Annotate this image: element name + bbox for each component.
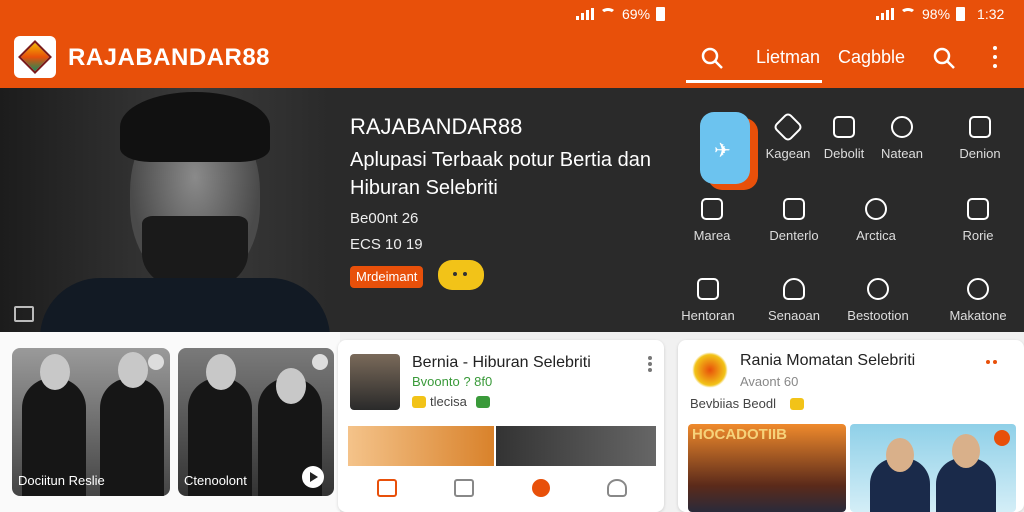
more-options-icon[interactable]	[648, 356, 652, 372]
news-image[interactable]	[496, 426, 656, 466]
grid-item-denion[interactable]: Denion	[940, 116, 1020, 161]
gift-icon	[783, 198, 805, 220]
featured-app-icon[interactable]: ✈	[700, 112, 750, 184]
grid-item-denterlo[interactable]: Denterlo	[754, 198, 834, 243]
image-icon	[14, 306, 34, 322]
grid-item-label: Debolit	[823, 146, 865, 161]
badge-icon	[312, 354, 328, 370]
news-icon[interactable]	[454, 479, 475, 497]
grid-item-label: Senaoan	[767, 308, 821, 323]
tag-icon	[476, 396, 490, 408]
box-icon	[969, 116, 991, 138]
grid-item-bestootion[interactable]: Bestootion	[838, 278, 918, 323]
emoji-icon	[790, 398, 804, 410]
hero-meta: ECS 10 19	[350, 236, 423, 253]
grid-item-hentoran[interactable]: Hentoran	[668, 278, 748, 323]
user-icon[interactable]	[607, 479, 628, 497]
logo-diamond-icon	[18, 40, 52, 74]
dollar-icon	[867, 278, 889, 300]
hero-banner[interactable]: RAJABANDAR88 Aplupasi Terbaak potur Bert…	[0, 88, 1024, 332]
heart-icon	[865, 198, 887, 220]
clock-time: 1:32	[977, 6, 1005, 22]
grid-item-label: Marea	[693, 228, 731, 243]
more-menu-icon[interactable]	[990, 46, 1000, 68]
battery-icon	[956, 7, 966, 21]
poster-title: HOCADOTIIB	[692, 426, 787, 443]
record-icon[interactable]	[531, 479, 550, 497]
video-thumbnail[interactable]: Dociitun Reslie	[12, 348, 170, 496]
battery-percent: 98%	[922, 6, 951, 22]
search-icon[interactable]	[932, 46, 956, 70]
news-tag: tlecisa	[430, 394, 467, 409]
grid-item-senaoan[interactable]: Senaoan	[754, 278, 834, 323]
thumbnail-caption: Dociitun Reslie	[18, 473, 105, 488]
grid-item-label: Denterlo	[769, 228, 819, 243]
app-logo[interactable]	[14, 36, 56, 78]
chat-icon	[833, 116, 855, 138]
news-meta: Bvoonto ? 8f0	[412, 374, 493, 389]
home-icon[interactable]	[376, 479, 397, 497]
news-card[interactable]: Rania Momatan Selebriti Avaont 60 Bevbii…	[678, 340, 1024, 512]
hero-photo	[0, 88, 330, 332]
battery-icon	[656, 7, 666, 21]
avatar	[692, 352, 728, 388]
news-image[interactable]	[348, 426, 494, 466]
bottom-navigation	[348, 468, 656, 508]
news-image[interactable]	[850, 424, 1016, 512]
status-bar-right: 98% 1:32	[876, 6, 1004, 22]
app-header: 69% 98% 1:32 RAJABANDAR88 Lietman Cagbbl…	[0, 0, 1024, 88]
grid-item-natean[interactable]: Natean	[862, 116, 942, 161]
grid-item-makatone[interactable]: Makatone	[938, 278, 1018, 323]
person-icon	[783, 278, 805, 300]
star-icon	[412, 396, 426, 408]
grid-item-label: Makatone	[949, 308, 1007, 323]
hero-title: RAJABANDAR88	[350, 114, 523, 139]
hero-badge[interactable]: Mrdeimant	[350, 266, 424, 288]
book-icon	[701, 198, 723, 220]
active-tab-indicator	[686, 80, 822, 83]
grid-item-label: Rorie	[962, 228, 994, 243]
camera-icon	[697, 278, 719, 300]
grid-item-label: Bestootion	[847, 308, 909, 323]
grid-item-label: Natean	[881, 146, 923, 161]
tab-lietman[interactable]: Lietman	[756, 47, 820, 68]
grid-item-marea[interactable]: Marea	[672, 198, 752, 243]
signal-icon	[876, 8, 894, 20]
tablet-icon	[967, 198, 989, 220]
wifi-icon	[900, 8, 916, 20]
hero-meta: Be00nt 26	[350, 210, 419, 227]
news-card[interactable]: Bernia - Hiburan Selebriti Bvoonto ? 8f0…	[338, 340, 664, 512]
search-icon[interactable]	[700, 46, 724, 70]
wifi-icon	[600, 8, 616, 20]
badge-icon	[148, 354, 164, 370]
signal-icon	[576, 8, 594, 20]
grid-item-arctica[interactable]: Arctica	[836, 198, 916, 243]
brand-name: RAJABANDAR88	[68, 44, 271, 71]
news-tag: Bevbiias Beodl	[690, 396, 776, 411]
news-title: Rania Momatan Selebriti	[740, 352, 916, 369]
tab-cagbble[interactable]: Cagbble	[838, 47, 905, 68]
diamond-icon	[772, 111, 804, 143]
news-image[interactable]: HOCADOTIIB	[688, 424, 846, 512]
avatar	[350, 354, 400, 410]
sparkle-icon	[891, 116, 913, 138]
video-thumbnails-section: Dociitun Reslie Ctenoolont	[0, 332, 340, 512]
grid-item-rorie[interactable]: Rorie	[938, 198, 1018, 243]
badge-icon	[994, 430, 1010, 446]
hero-subtitle: Aplupasi Terbaak potur Bertia dan Hibura…	[350, 149, 651, 199]
more-options-icon[interactable]	[986, 360, 997, 364]
emoji-chip-icon[interactable]	[438, 260, 484, 290]
grid-item-label: Hentoran	[681, 308, 735, 323]
status-bar-left: 69%	[576, 6, 666, 22]
grid-item-label: Denion	[959, 146, 1001, 161]
play-icon[interactable]	[302, 466, 324, 488]
clock-icon	[967, 278, 989, 300]
news-title: Bernia - Hiburan Selebriti	[412, 354, 591, 371]
news-meta: Avaont 60	[740, 374, 799, 389]
battery-percent: 69%	[622, 6, 651, 22]
thumbnail-caption: Ctenoolont	[184, 473, 247, 488]
grid-item-label: Arctica	[856, 228, 896, 243]
video-thumbnail[interactable]: Ctenoolont	[178, 348, 334, 496]
